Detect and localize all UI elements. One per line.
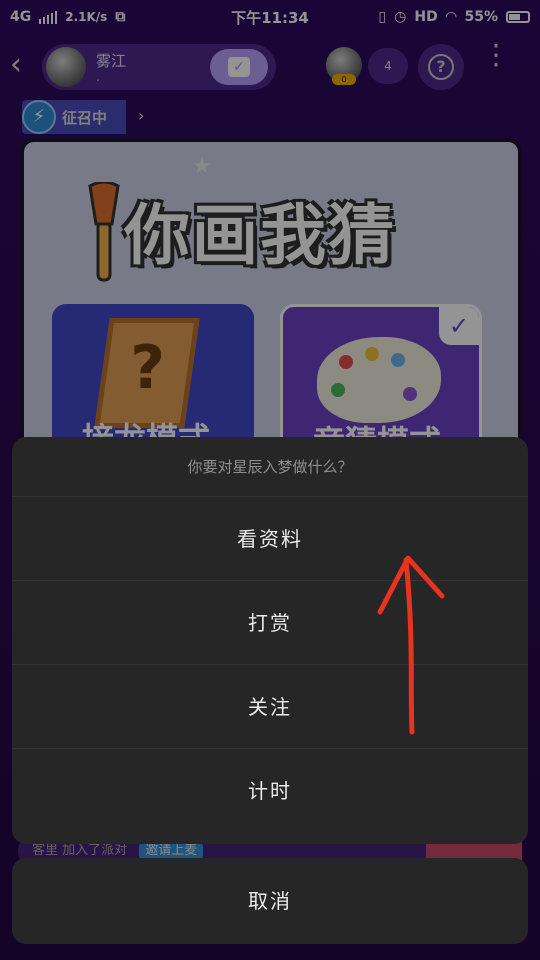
cancel-button[interactable]: 取消	[12, 858, 528, 944]
action-sheet: 你要对星辰入梦做什么？ 看资料 打赏 关注 计时	[12, 437, 528, 844]
action-sheet-title: 你要对星辰入梦做什么？	[12, 437, 528, 497]
view-profile-option[interactable]: 看资料	[12, 497, 528, 581]
timer-option[interactable]: 计时	[12, 749, 528, 833]
tip-option[interactable]: 打赏	[12, 581, 528, 665]
follow-option[interactable]: 关注	[12, 665, 528, 749]
